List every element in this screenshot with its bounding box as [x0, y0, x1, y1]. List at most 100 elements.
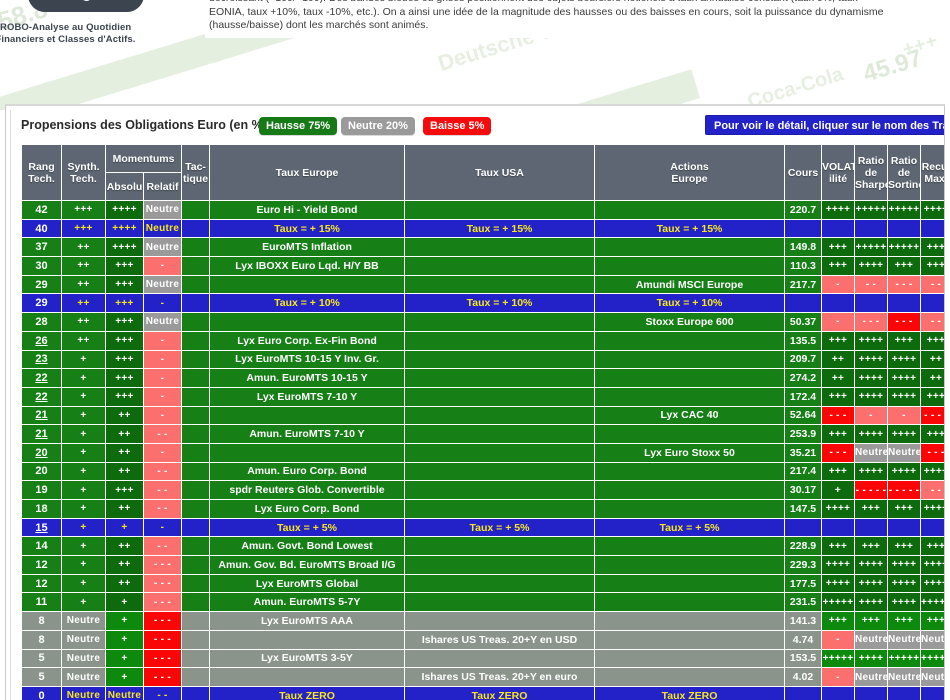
cell-eu[interactable]: EuroMTS Inflation — [209, 237, 405, 258]
cell-act[interactable] — [594, 330, 785, 351]
cell-act[interactable] — [594, 592, 785, 613]
cell-usa[interactable]: Taux = + 5% — [404, 517, 595, 538]
cell-eu[interactable]: Euro Hi - Yield Bond — [209, 200, 405, 220]
cell-act[interactable]: Lyx CAC 40 — [594, 405, 785, 426]
cell-usa[interactable]: Ishares US Treas. 20+Y en euro — [404, 667, 595, 687]
table-row[interactable]: 22 + +++ - Amun. EuroMTS 10-15 Y 274.2 ++ ++++ +… — [21, 368, 944, 388]
cell-eu[interactable]: Lyx EuroMTS 7-10 Y — [209, 386, 405, 407]
table-row[interactable]: 21 + ++ - - Amun. EuroMTS 7-10 Y 253.9 +++ ++++… — [21, 424, 944, 444]
table-row[interactable]: 5 Neutre + - - - Lyx EuroMTS 3-5Y 153.5 +++++ +… — [21, 648, 944, 669]
cell-act[interactable] — [594, 611, 785, 631]
cell-act[interactable]: Lyx Euro Stoxx 50 — [594, 442, 785, 463]
cell-usa[interactable] — [404, 536, 595, 557]
cell-act[interactable] — [594, 461, 785, 482]
cell-act[interactable] — [594, 667, 785, 687]
cell-eu[interactable]: Amun. Govt. Bond Lowest — [209, 536, 405, 557]
cell-eu[interactable]: Lyx IBOXX Euro Lqd. H/Y BB — [209, 256, 405, 276]
table-row[interactable]: 20 + ++ - - Amun. Euro Corp. Bond 217.4 +++ +++… — [21, 461, 944, 482]
cell-act[interactable]: Amundi MSCI Europe — [594, 274, 785, 295]
cell-act[interactable] — [594, 536, 785, 557]
cell-act[interactable] — [594, 200, 785, 220]
cell-usa[interactable] — [404, 648, 595, 669]
cell-usa[interactable] — [404, 274, 595, 295]
cell-eu[interactable]: Taux = + 5% — [209, 517, 405, 538]
cell-eu[interactable]: Lyx Euro Corp. Ex-Fin Bond — [209, 330, 405, 351]
cell-act[interactable]: Taux = + 10% — [594, 293, 785, 314]
table-row[interactable]: 29 ++ +++ Neutre Amundi MSCI Europe 217.7- - -… — [21, 274, 944, 295]
table-row[interactable]: 8 Neutre + - - - Ishares US Treas. 20+Y en U… — [21, 629, 944, 650]
cell-usa[interactable] — [404, 499, 595, 519]
cell-eu[interactable]: Taux ZERO — [209, 685, 405, 700]
badge-hausse[interactable]: Hausse 75% — [259, 117, 338, 135]
cell-act[interactable]: Taux = + 5% — [594, 517, 785, 538]
cell-eu[interactable] — [209, 405, 405, 426]
cell-usa[interactable] — [404, 237, 595, 258]
cell-eu[interactable]: Amun. EuroMTS 7-10 Y — [209, 424, 405, 444]
cell-eu[interactable]: Lyx EuroMTS 3-5Y — [209, 648, 405, 669]
cell-act[interactable] — [594, 349, 785, 370]
cell-eu[interactable]: Amun. EuroMTS 5-7Y — [209, 592, 405, 613]
cell-eu[interactable] — [209, 442, 405, 463]
table-row[interactable]: 11 + + - - - Amun. EuroMTS 5-7Y 231.5 +++++ +++… — [21, 592, 944, 613]
cell-act[interactable] — [594, 237, 785, 258]
cell-act[interactable] — [594, 573, 785, 594]
table-row[interactable]: 30 ++ +++ - Lyx IBOXX Euro Lqd. H/Y BB 110.3 +… — [21, 256, 944, 276]
table-row[interactable]: 40 +++ ++++ Neutre Taux = + 15% Taux = + 15% T… — [21, 218, 944, 239]
cell-eu[interactable]: spdr Reuters Glob. Convertible — [209, 480, 405, 500]
cell-usa[interactable] — [404, 480, 595, 500]
table-row[interactable]: 21+++-Lyx CAC 4052.64- - ---- - - -CAC — [21, 405, 944, 426]
cell-usa[interactable] — [404, 368, 595, 388]
cell-eu[interactable]: Lyx Euro Corp. Bond — [209, 499, 405, 519]
cell-usa[interactable] — [404, 330, 595, 351]
cell-act[interactable] — [594, 648, 785, 669]
cell-eu[interactable] — [209, 629, 405, 650]
cell-usa[interactable] — [404, 611, 595, 631]
cell-eu[interactable] — [209, 274, 405, 295]
cell-usa[interactable] — [404, 573, 595, 594]
table-row[interactable]: 0 Neutre Neutre - - Taux ZERO Taux ZERO Taux Z… — [21, 685, 944, 700]
cell-usa[interactable] — [404, 256, 595, 276]
cell-act[interactable] — [594, 424, 785, 444]
table-row[interactable]: 14 + ++ - - Amun. Govt. Bond Lowest 228.9 +++ +… — [21, 536, 944, 557]
cell-eu[interactable]: Lyx EuroMTS 10-15 Y Inv. Gr. — [209, 349, 405, 370]
cell-usa[interactable]: Taux = + 15% — [404, 218, 595, 239]
table-row[interactable]: 23 + +++ - Lyx EuroMTS 10-15 Y Inv. Gr. 209.7… — [21, 349, 944, 370]
cell-usa[interactable] — [404, 200, 595, 220]
cell-usa[interactable] — [404, 349, 595, 370]
cell-usa[interactable] — [404, 461, 595, 482]
table-row[interactable]: 18 + ++ - - Lyx Euro Corp. Bond 147.5 ++++ +++ +… — [21, 499, 944, 519]
cell-usa[interactable] — [404, 312, 595, 332]
cell-act[interactable]: Stoxx Europe 600 — [594, 312, 785, 332]
cell-eu[interactable]: Amun. Euro Corp. Bond — [209, 461, 405, 482]
cell-eu[interactable]: Amun. Gov. Bd. EuroMTS Broad I/G — [209, 555, 405, 575]
cell-eu[interactable]: Amun. EuroMTS 10-15 Y — [209, 368, 405, 388]
cell-eu[interactable]: Taux = + 10% — [209, 293, 405, 314]
table-row[interactable]: 26 ++ +++ - Lyx Euro Corp. Ex-Fin Bond 135.5 +… — [21, 330, 944, 351]
cell-act[interactable] — [594, 368, 785, 388]
cta-trackers-detail[interactable]: Pour voir le détail, cliquer sur le nom … — [705, 115, 944, 135]
cell-act[interactable] — [594, 256, 785, 276]
cell-usa[interactable] — [404, 442, 595, 463]
table-row[interactable]: 5 Neutre + - - - Ishares US Treas. 20+Y en e… — [21, 667, 944, 687]
table-row[interactable]: 29 ++ +++ - Taux = + 10% Taux = + 10% Taux = +… — [21, 293, 944, 314]
cell-usa[interactable] — [404, 386, 595, 407]
cell-usa[interactable] — [404, 592, 595, 613]
table-row[interactable]: 20 + ++ - Lyx Euro Stoxx 50 35.21- - - Neutre N… — [21, 442, 944, 463]
cell-act[interactable] — [594, 386, 785, 407]
cell-usa[interactable]: Taux ZERO — [404, 685, 595, 700]
cell-act[interactable] — [594, 480, 785, 500]
cell-act[interactable] — [594, 499, 785, 519]
table-row[interactable]: 8 Neutre + - - - Lyx EuroMTS AAA 141.3 +++ +++ +… — [21, 611, 944, 631]
cell-eu[interactable]: Lyx EuroMTS AAA — [209, 611, 405, 631]
cell-eu[interactable]: Lyx EuroMTS Global — [209, 573, 405, 594]
cell-act[interactable] — [594, 555, 785, 575]
table-row[interactable]: 19 + +++ - - spdr Reuters Glob. Convertible 3… — [21, 480, 944, 500]
table-row[interactable]: 37 ++ ++++ Neutre EuroMTS Inflation 149.8 +++ +… — [21, 237, 944, 258]
table-row[interactable]: 28 ++ +++ Neutre Stoxx Europe 600 50.37- - - -… — [21, 312, 944, 332]
badge-baisse[interactable]: Baisse 5% — [423, 117, 492, 135]
cell-usa[interactable] — [404, 555, 595, 575]
cell-usa[interactable] — [404, 405, 595, 426]
cell-act[interactable]: Taux = + 15% — [594, 218, 785, 239]
cell-eu[interactable] — [209, 667, 405, 687]
table-row[interactable]: 22 + +++ - Lyx EuroMTS 7-10 Y 172.4 +++ ++++ +++… — [21, 386, 944, 407]
